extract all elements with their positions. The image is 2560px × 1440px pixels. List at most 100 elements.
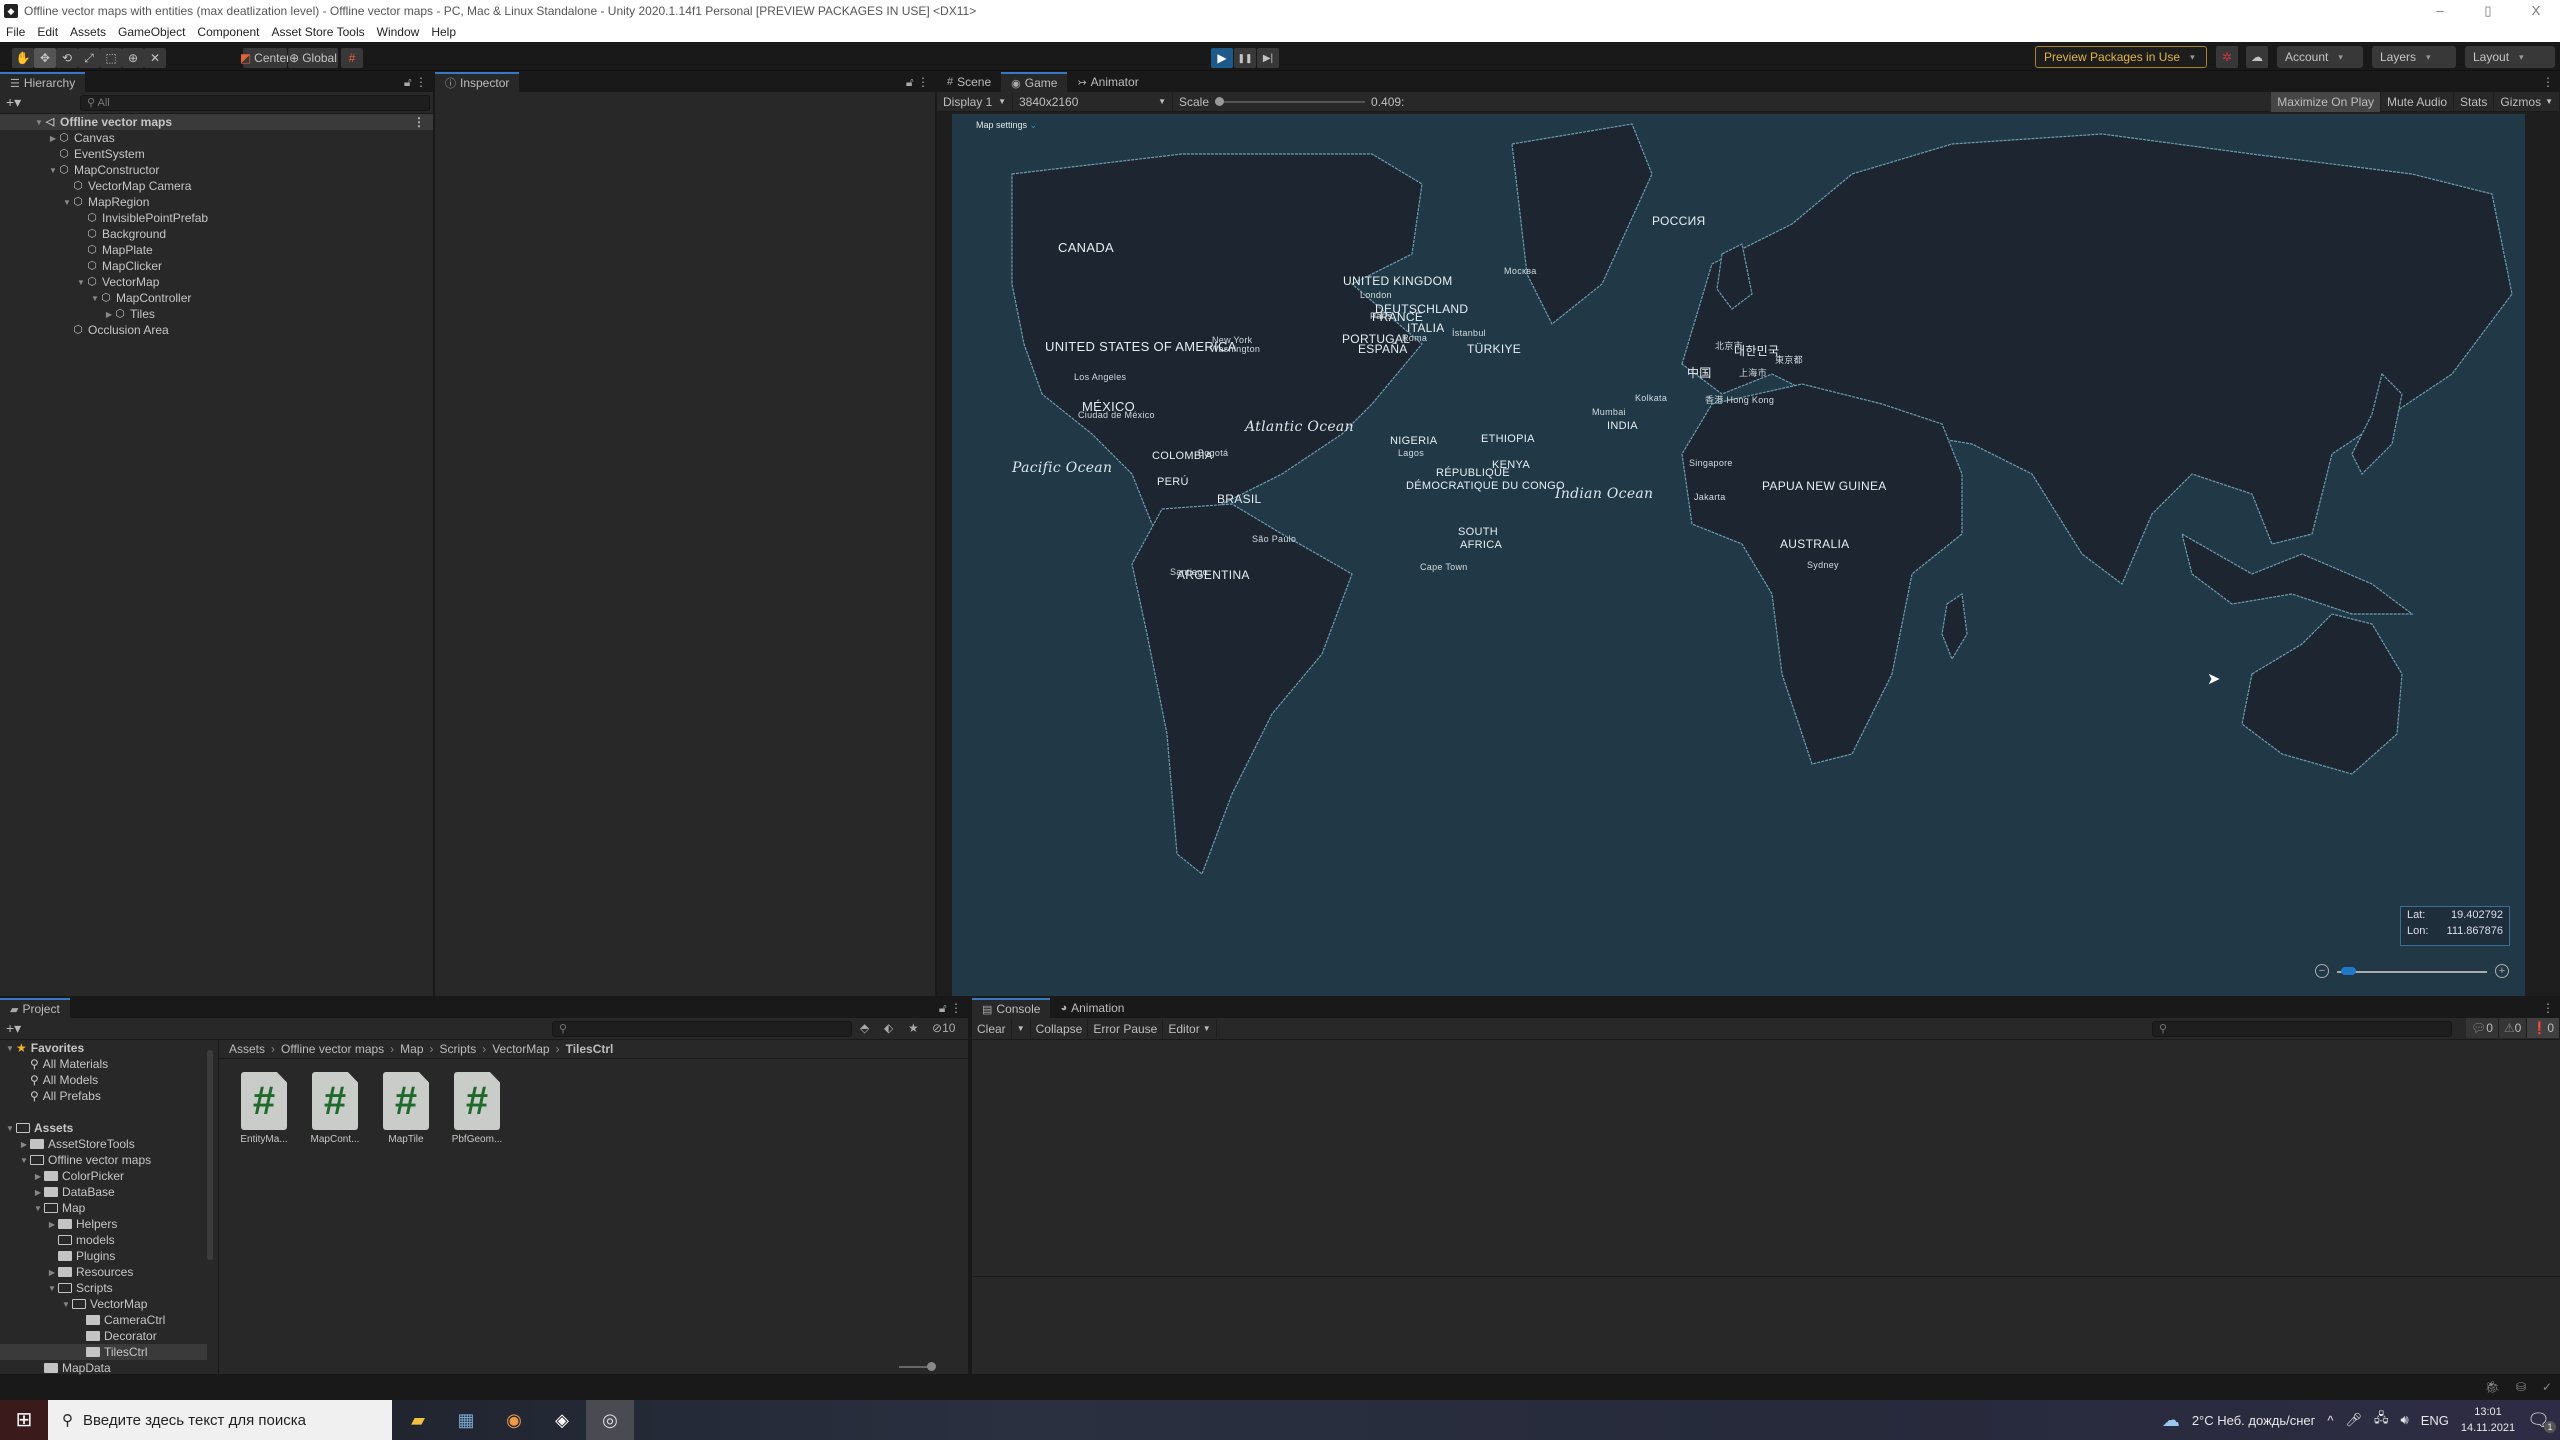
menu-gameobject[interactable]: GameObject (112, 25, 191, 39)
asset-item[interactable]: # EntityMa... (229, 1072, 299, 1145)
zoom-in-button[interactable]: + (2495, 964, 2509, 978)
taskbar-search-input[interactable]: ⚲ Введите здесь текст для поиска (48, 1400, 392, 1440)
weather-text[interactable]: 2°C Неб. дождь/снег (2192, 1413, 2316, 1428)
warning-count-toggle[interactable]: ⚠ 0 (2498, 1018, 2528, 1038)
cloud-button[interactable]: ☁ (2246, 46, 2268, 68)
tab-hierarchy[interactable]: ☰ Hierarchy (0, 72, 86, 92)
show-hidden-icons-button[interactable]: ^ (2327, 1413, 2333, 1428)
hierarchy-item[interactable]: ▼ ⬡ MapRegion (0, 194, 433, 210)
menu-component[interactable]: Component (191, 25, 265, 39)
tab-game[interactable]: ◉ Game (1001, 72, 1068, 92)
zoom-out-button[interactable]: − (2315, 964, 2329, 978)
expand-arrow-icon[interactable]: ▶ (46, 1220, 58, 1229)
lock-icon[interactable]: 🔓︎ ⋮ (404, 75, 427, 90)
map-settings-toggle[interactable]: Map settings ⌄ (976, 120, 1037, 131)
progress-check-icon[interactable]: ✓ (2542, 1380, 2552, 1394)
maximize-on-play-toggle[interactable]: Maximize On Play (2271, 91, 2381, 112)
zoom-slider-thumb[interactable] (2341, 967, 2357, 975)
minimize-button[interactable]: – (2416, 0, 2464, 22)
clear-options-dropdown[interactable]: ▼ (1012, 1018, 1031, 1039)
error-pause-toggle[interactable]: Error Pause (1088, 1018, 1164, 1039)
favorites-section[interactable]: ▼ ★ Favorites (4, 1040, 84, 1056)
tab-project[interactable]: ▰ Project (0, 998, 70, 1018)
notifications-button[interactable]: 🗨︎ 1 (2527, 1410, 2556, 1433)
create-asset-button[interactable]: +▾ (6, 1020, 21, 1037)
expand-arrow-icon[interactable]: ▶ (104, 310, 114, 319)
breadcrumb-item[interactable]: TilesCtrl (566, 1042, 614, 1056)
project-folder-item[interactable]: TilesCtrl (0, 1344, 207, 1360)
expand-arrow-icon[interactable]: ▼ (34, 118, 44, 127)
calculator-app[interactable]: ▦ (442, 1400, 490, 1440)
mute-audio-toggle[interactable]: Mute Audio (2381, 91, 2455, 112)
menu-asset-store-tools[interactable]: Asset Store Tools (265, 25, 370, 39)
menu-help[interactable]: Help (425, 25, 462, 39)
hand-tool-button[interactable]: ✋ (12, 48, 34, 68)
expand-arrow-icon[interactable]: ▶ (46, 1268, 58, 1277)
zoom-slider[interactable] (2337, 971, 2487, 973)
unity-app[interactable]: ◈ (538, 1400, 586, 1440)
expand-arrow-icon[interactable]: ▼ (48, 166, 58, 175)
language-indicator[interactable]: ENG (2421, 1413, 2449, 1428)
hierarchy-item[interactable]: ⬡ VectorMap Camera (0, 178, 433, 194)
editor-dropdown[interactable]: Editor ▼ (1163, 1018, 1217, 1039)
volume-icon[interactable]: 🔊︎ (2401, 1412, 2409, 1428)
project-folder-item[interactable]: models (0, 1232, 207, 1248)
filter-by-type-icon[interactable]: ⬘ (860, 1021, 869, 1035)
console-search-input[interactable]: ⚲ (2152, 1021, 2452, 1037)
project-folder-item[interactable]: ▼ Map (0, 1200, 207, 1216)
asset-item[interactable]: # PbfGeom... (442, 1072, 512, 1145)
hierarchy-search-input[interactable]: ⚲ All (80, 95, 430, 111)
tab-inspector[interactable]: ⓘ Inspector (435, 72, 520, 92)
expand-arrow-icon[interactable]: ▶ (32, 1172, 44, 1181)
account-dropdown[interactable]: Account (2277, 46, 2363, 68)
expand-arrow-icon[interactable]: ▼ (62, 198, 72, 207)
network-icon[interactable]: 🖧 (2374, 1409, 2389, 1431)
transform-tool-button[interactable]: ⊕ (122, 48, 144, 68)
world-map[interactable]: Map settings ⌄ CANADA UNITED STATES OF A… (952, 114, 2525, 996)
step-button[interactable]: ▶| (1257, 48, 1279, 68)
rotate-tool-button[interactable]: ⟲ (56, 48, 78, 68)
tab-animation[interactable]: ◕ Animation (1050, 998, 1134, 1018)
project-folder-item[interactable]: ▼ Scripts (0, 1280, 207, 1296)
favorite-item[interactable]: ⚲ All Models (30, 1072, 98, 1088)
error-count-toggle[interactable]: ❗ 0 (2527, 1018, 2560, 1038)
hierarchy-item[interactable]: ⬡ Occlusion Area (0, 322, 433, 338)
hierarchy-item[interactable]: ⬡ InvisiblePointPrefab (0, 210, 433, 226)
display-dropdown[interactable]: Display 1 ▼ (937, 91, 1013, 112)
hierarchy-item[interactable]: ▼ ⬡ VectorMap (0, 274, 433, 290)
project-folder-item[interactable]: Plugins (0, 1248, 207, 1264)
asset-item[interactable]: # MapCont... (300, 1072, 370, 1145)
breadcrumb-item[interactable]: VectorMap (492, 1042, 549, 1056)
close-button[interactable]: X (2512, 0, 2560, 22)
snap-button[interactable]: # (341, 48, 363, 68)
project-menu-icon[interactable]: 🔓︎ ⋮ (939, 1001, 962, 1016)
hierarchy-item[interactable]: ⬡ MapClicker (0, 258, 433, 274)
expand-arrow-icon[interactable]: ▼ (90, 294, 100, 303)
pivot-space-button[interactable]: ⊕ Global (288, 48, 338, 68)
collab-button[interactable]: ✲ (2216, 46, 2238, 68)
move-tool-button[interactable]: ✥ (34, 48, 56, 68)
expand-arrow-icon[interactable]: ▼ (4, 1124, 16, 1133)
resolution-dropdown[interactable]: 3840x2160 ▼ (1013, 91, 1173, 112)
scale-slider-thumb[interactable] (1215, 96, 1225, 106)
menu-assets[interactable]: Assets (64, 25, 112, 39)
icon-size-slider[interactable] (899, 1366, 929, 1368)
maximize-button[interactable]: ▯ (2464, 0, 2512, 22)
project-folder-item[interactable]: ▶ DataBase (0, 1184, 207, 1200)
pause-button[interactable]: ❚❚ (1234, 48, 1256, 68)
gizmos-toggle[interactable]: Gizmos ▼ (2494, 91, 2560, 112)
hierarchy-item[interactable]: ⬡ MapPlate (0, 242, 433, 258)
hierarchy-item[interactable]: ▶ ⬡ Canvas (0, 130, 433, 146)
project-folder-item[interactable]: Decorator (0, 1328, 207, 1344)
project-search-input[interactable]: ⚲ (552, 1021, 852, 1037)
project-folder-item[interactable]: ▶ AssetStoreTools (0, 1136, 207, 1152)
inspector-menu-icon[interactable]: 🔓︎ ⋮ (906, 75, 929, 90)
expand-arrow-icon[interactable]: ▶ (48, 134, 58, 143)
scene-menu-icon[interactable]: ⋮ (413, 115, 425, 129)
project-folder-item[interactable]: ▼ VectorMap (0, 1296, 207, 1312)
clear-button[interactable]: Clear (972, 1018, 1012, 1039)
hierarchy-item[interactable]: ▶ ⬡ Tiles (0, 306, 433, 322)
expand-arrow-icon[interactable]: ▼ (18, 1156, 30, 1165)
expand-arrow-icon[interactable]: ▶ (32, 1188, 44, 1197)
breadcrumb-item[interactable]: Map (400, 1042, 423, 1056)
